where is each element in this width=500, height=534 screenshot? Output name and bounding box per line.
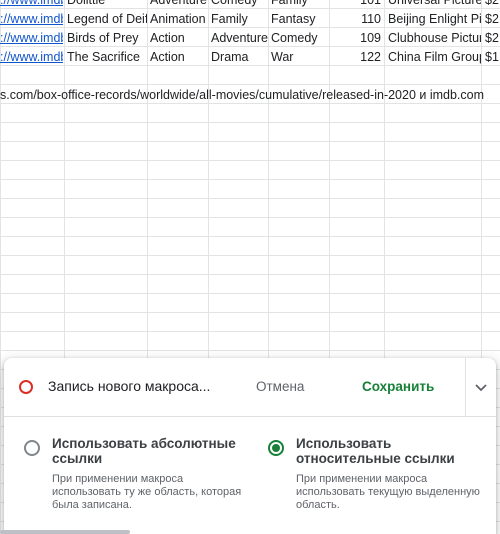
relative-references-title: Использовать относительные ссылки — [296, 436, 455, 466]
table-row: ://www.imdb Birds of Prey Action Adventu… — [0, 29, 500, 48]
genre-cell[interactable]: Family — [211, 10, 268, 29]
cancel-button[interactable]: Отмена — [256, 379, 304, 394]
runtime-cell[interactable]: 110 — [330, 10, 381, 29]
genre-cell[interactable]: Comedy — [271, 29, 328, 48]
title-cell[interactable]: Legend of Deifi — [67, 10, 147, 29]
relative-references-radio[interactable] — [268, 440, 284, 456]
macro-recording-panel: Запись нового макроса... Отмена Сохранит… — [4, 358, 496, 534]
horizontal-scrollbar[interactable] — [0, 530, 130, 534]
genre-cell[interactable]: Family — [271, 0, 328, 10]
studio-cell[interactable]: China Film Group — [388, 48, 481, 67]
record-circle-icon — [19, 380, 33, 394]
title-cell[interactable]: The Sacrifice — [67, 48, 147, 67]
source-note-cell[interactable]: s.com/box-office-records/worldwide/all-m… — [0, 86, 484, 105]
imdb-link-cell[interactable]: ://www.imdb — [0, 48, 63, 67]
absolute-references-radio[interactable] — [24, 440, 40, 456]
gross-cell[interactable]: $2 — [485, 0, 500, 10]
title-cell[interactable]: Birds of Prey — [67, 29, 147, 48]
genre-cell[interactable]: Animation — [150, 10, 207, 29]
genre-cell[interactable]: Drama — [211, 48, 268, 67]
table-row: ://www.imdb Dolittle Adventure Comedy Fa… — [0, 0, 500, 10]
imdb-link-cell[interactable]: ://www.imdb — [0, 0, 63, 10]
gross-cell[interactable]: $2 — [485, 10, 500, 29]
studio-cell[interactable]: Clubhouse Pictur — [388, 29, 481, 48]
runtime-cell[interactable]: 101 — [330, 0, 381, 10]
absolute-references-description: При применении макроса использовать ту ж… — [52, 473, 242, 511]
runtime-cell[interactable]: 109 — [330, 29, 381, 48]
gross-cell[interactable]: $2 — [485, 29, 500, 48]
chevron-down-icon — [475, 384, 487, 392]
relative-references-description: При применении макроса использовать теку… — [296, 473, 480, 511]
table-row: ://www.imdb Legend of Deifi Animation Fa… — [0, 10, 500, 29]
macro-panel-header: Запись нового макроса... Отмена Сохранит… — [4, 358, 496, 417]
genre-cell[interactable]: Comedy — [211, 0, 268, 10]
genre-cell[interactable]: Action — [150, 29, 207, 48]
expand-panel-button[interactable] — [466, 358, 496, 416]
save-button[interactable]: Сохранить — [362, 379, 434, 394]
genre-cell[interactable]: Adventure — [211, 29, 268, 48]
gross-cell[interactable]: $1 — [485, 48, 500, 67]
absolute-references-title: Использовать абсолютные ссылки — [52, 436, 236, 466]
imdb-link-cell[interactable]: ://www.imdb — [0, 10, 63, 29]
genre-cell[interactable]: Action — [150, 48, 207, 67]
genre-cell[interactable]: Fantasy — [271, 10, 328, 29]
imdb-link-cell[interactable]: ://www.imdb — [0, 29, 63, 48]
genre-cell[interactable]: War — [271, 48, 328, 67]
table-row: ://www.imdb The Sacrifice Action Drama W… — [0, 48, 500, 67]
studio-cell[interactable]: Beijing Enlight Pi — [388, 10, 481, 29]
macro-title: Запись нового макроса... — [48, 378, 211, 394]
runtime-cell[interactable]: 122 — [330, 48, 381, 67]
studio-cell[interactable]: Universal Picture — [388, 0, 481, 10]
title-cell[interactable]: Dolittle — [67, 0, 147, 10]
genre-cell[interactable]: Adventure — [150, 0, 207, 10]
